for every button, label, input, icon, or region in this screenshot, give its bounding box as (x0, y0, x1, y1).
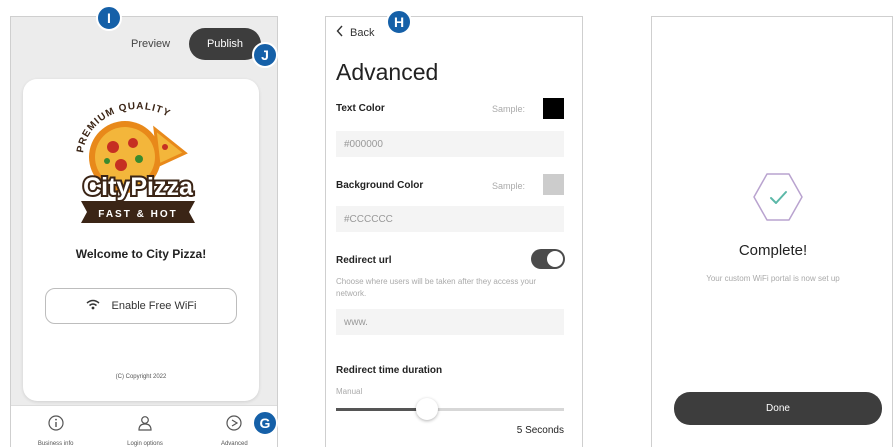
redirect-duration-mode: Manual (336, 387, 363, 396)
editor-screen: Preview Publish PREMIUM QUALITY CityPizz… (10, 16, 278, 447)
page-title: Advanced (336, 59, 439, 85)
complete-screen: Complete! Your custom WiFi portal is now… (651, 16, 893, 447)
enable-wifi-label: Enable Free WiFi (111, 300, 197, 312)
sample-label: Sample: (492, 104, 526, 114)
nav-business-info[interactable]: Business info (11, 406, 100, 447)
background-color-swatch[interactable] (543, 174, 564, 195)
redirect-url-help: Choose where users will be taken after t… (336, 277, 537, 298)
complete-subtitle: Your custom WiFi portal is now set up (706, 274, 840, 283)
complete-title: Complete! (738, 242, 808, 259)
nav-label: Business info (37, 441, 74, 447)
marker-g: G (252, 410, 278, 436)
redirect-url-toggle[interactable] (531, 249, 565, 269)
editor-top-bar: Preview Publish (11, 17, 277, 77)
slider-thumb[interactable] (416, 398, 439, 420)
nav-login-options[interactable]: Login options (100, 406, 189, 447)
text-color-swatch[interactable] (543, 98, 564, 119)
bottom-nav: Business info Login options Advanced (11, 405, 277, 447)
background-color-input[interactable]: #CCCCCC (336, 206, 564, 232)
text-color-input[interactable]: #000000 (336, 131, 564, 157)
portal-preview-card: PREMIUM QUALITY CityPizza FAST & HOT Wel… (23, 79, 259, 401)
logo-tag-text: FAST & HOT (98, 209, 177, 220)
back-label: Back (350, 26, 375, 39)
done-button[interactable]: Done (674, 392, 882, 425)
user-icon (137, 415, 153, 436)
slider-fill (336, 408, 428, 411)
copyright-text: (C) Copyright 2022 (115, 374, 167, 380)
marker-h: H (386, 9, 412, 35)
check-icon (750, 169, 806, 225)
back-button[interactable]: Back (336, 25, 374, 40)
redirect-duration-value: 5 Seconds (516, 425, 564, 436)
toggle-knob (547, 251, 563, 267)
text-color-label: Text Color (336, 103, 385, 114)
preview-link[interactable]: Preview (131, 38, 170, 50)
marker-j: J (252, 42, 278, 68)
redirect-duration-slider[interactable] (336, 408, 564, 411)
city-pizza-logo: PREMIUM QUALITY CityPizza FAST & HOT (63, 95, 213, 225)
redirect-url-input[interactable]: www. (336, 309, 564, 335)
publish-button[interactable]: Publish (189, 28, 261, 60)
advanced-screen: Back Advanced Text Color Sample: #000000… (325, 16, 583, 447)
redirect-duration-label: Redirect time duration (336, 365, 443, 376)
nav-label: Advanced (220, 441, 248, 447)
advanced-icon (226, 415, 242, 436)
info-icon (48, 415, 64, 436)
sample-label: Sample: (492, 181, 526, 191)
enable-wifi-button[interactable]: Enable Free WiFi (45, 288, 237, 324)
wifi-icon (86, 299, 100, 313)
welcome-message: Welcome to City Pizza! (75, 247, 207, 261)
marker-i: I (96, 5, 122, 31)
background-color-label: Background Color (336, 180, 424, 191)
chevron-left-icon (336, 25, 344, 40)
logo-brand-text: CityPizza (83, 173, 194, 201)
nav-label: Login options (127, 441, 163, 447)
redirect-url-label: Redirect url (336, 255, 392, 266)
